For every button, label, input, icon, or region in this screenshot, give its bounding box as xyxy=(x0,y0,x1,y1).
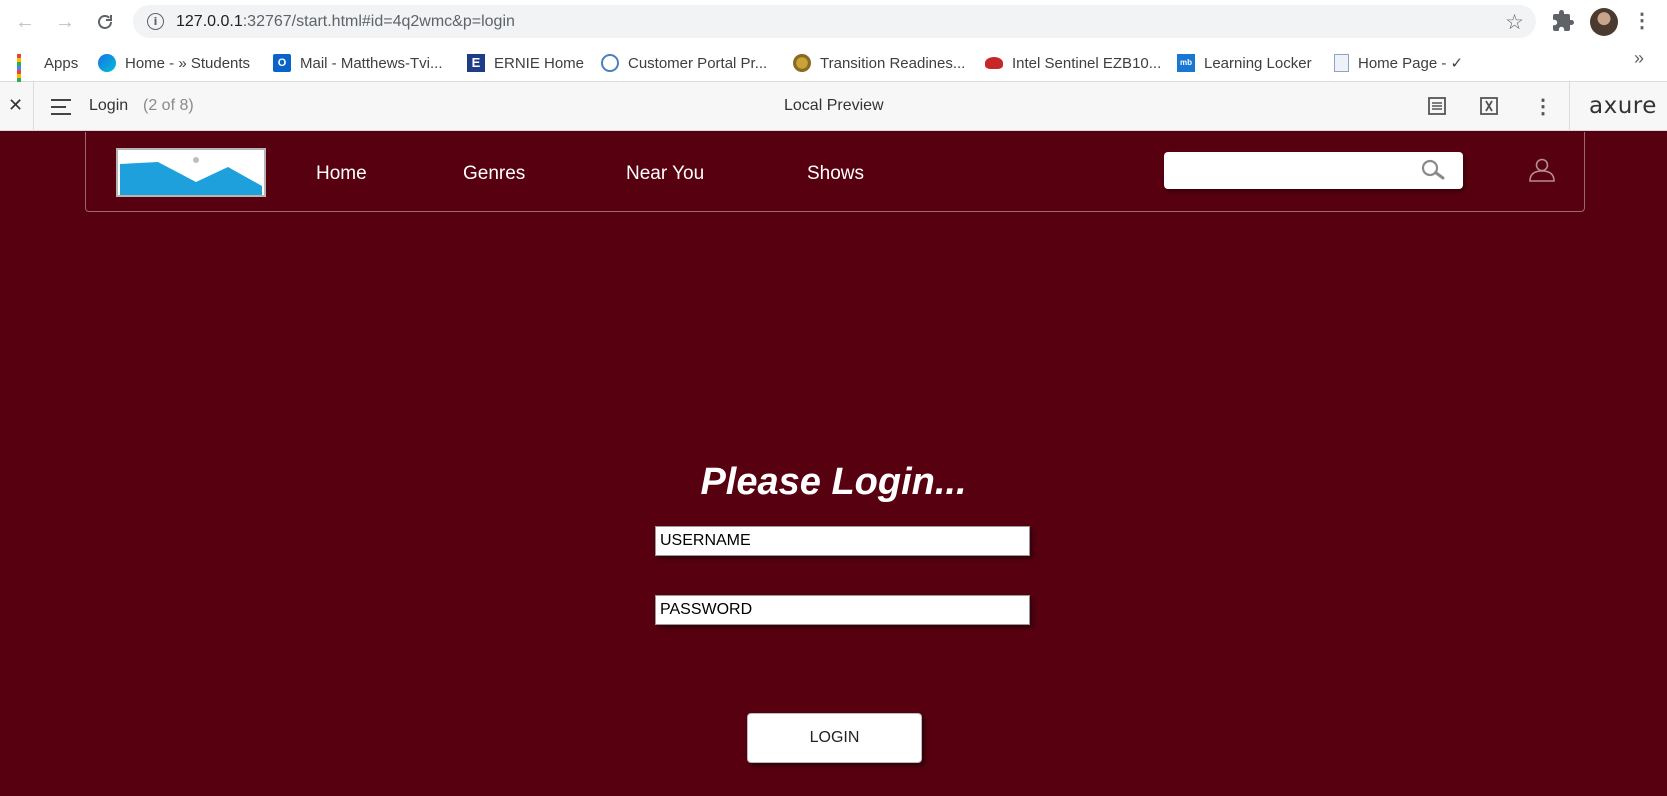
close-icon[interactable]: ✕ xyxy=(8,95,23,116)
notes-icon[interactable] xyxy=(1425,94,1449,118)
axure-preview-bar: ✕ Login (2 of 8) Local Preview ⋮ axure xyxy=(0,82,1667,131)
bookmark-transition[interactable]: Transition Readines... xyxy=(793,52,965,74)
login-title: Please Login... xyxy=(700,461,967,503)
axure-logo: axure xyxy=(1589,93,1657,119)
bookmark-home-page[interactable]: Home Page - ✓ xyxy=(1334,52,1463,74)
outlook-icon: O xyxy=(273,54,291,72)
back-icon[interactable]: ← xyxy=(12,9,38,35)
bookmark-customer-portal[interactable]: Customer Portal Pr... xyxy=(601,52,767,74)
extensions-puzzle-icon[interactable] xyxy=(1551,9,1575,33)
variables-icon[interactable] xyxy=(1477,94,1501,118)
reload-icon[interactable] xyxy=(92,9,118,35)
nav-genres[interactable]: Genres xyxy=(463,163,525,185)
browser-toolbar: ← → i 127.0.0.1:32767/start.html#id=4q2w… xyxy=(0,0,1667,42)
divider xyxy=(1569,82,1570,131)
sitemap-menu-icon[interactable] xyxy=(51,99,71,115)
bookmark-students[interactable]: Home - » Students xyxy=(98,52,250,74)
logo-placeholder-image[interactable] xyxy=(116,148,266,197)
bookmark-intel-sentinel[interactable]: Intel Sentinel EZB10... xyxy=(985,52,1161,74)
more-bookmarks-icon[interactable]: » xyxy=(1634,48,1644,69)
bookmark-star-icon[interactable]: ☆ xyxy=(1505,10,1524,35)
site-navbar: Home Genres Near You Shows xyxy=(85,132,1585,212)
bookmark-learning-locker[interactable]: mb Learning Locker xyxy=(1177,52,1312,74)
nav-near-you[interactable]: Near You xyxy=(626,163,704,185)
site-info-icon[interactable]: i xyxy=(147,13,164,30)
forward-icon[interactable]: → xyxy=(52,9,78,35)
preview-title: Local Preview xyxy=(784,97,884,114)
bookmark-apps[interactable]: Apps xyxy=(17,52,78,90)
ernie-icon: E xyxy=(467,54,485,72)
divider xyxy=(33,82,34,131)
user-account-icon[interactable] xyxy=(1527,157,1557,183)
chrome-menu-icon[interactable]: ⋮ xyxy=(1632,8,1652,34)
search-input[interactable] xyxy=(1172,158,1402,183)
bookmarks-bar: Apps Home - » Students O Mail - Matthews… xyxy=(0,42,1667,90)
login-button[interactable]: LOGIN xyxy=(747,713,922,763)
address-bar[interactable]: i 127.0.0.1:32767/start.html#id=4q2wmc&p… xyxy=(133,5,1536,38)
learning-locker-icon: mb xyxy=(1177,54,1195,72)
url-text: 127.0.0.1:32767/start.html#id=4q2wmc&p=l… xyxy=(176,13,515,30)
doc-page-icon xyxy=(1334,54,1349,72)
students-site-icon xyxy=(98,54,116,72)
page-count: (2 of 8) xyxy=(143,97,194,114)
portal-icon xyxy=(601,54,619,72)
password-field[interactable] xyxy=(655,595,1030,625)
sentinel-icon xyxy=(985,57,1003,69)
usmc-emblem-icon xyxy=(793,54,811,72)
username-field[interactable] xyxy=(655,526,1030,556)
page-canvas: Home Genres Near You Shows Please Login.… xyxy=(0,131,1667,796)
more-options-icon[interactable]: ⋮ xyxy=(1531,94,1555,118)
profile-avatar[interactable] xyxy=(1590,8,1618,36)
bookmark-ernie[interactable]: E ERNIE Home xyxy=(467,52,584,74)
bookmark-mail[interactable]: O Mail - Matthews-Tvi... xyxy=(273,52,443,74)
site-search xyxy=(1164,152,1463,189)
nav-shows[interactable]: Shows xyxy=(807,163,864,185)
page-name: Login xyxy=(89,97,129,114)
apps-grid-icon xyxy=(17,54,35,90)
search-icon[interactable] xyxy=(1420,159,1446,183)
nav-home[interactable]: Home xyxy=(316,163,367,185)
